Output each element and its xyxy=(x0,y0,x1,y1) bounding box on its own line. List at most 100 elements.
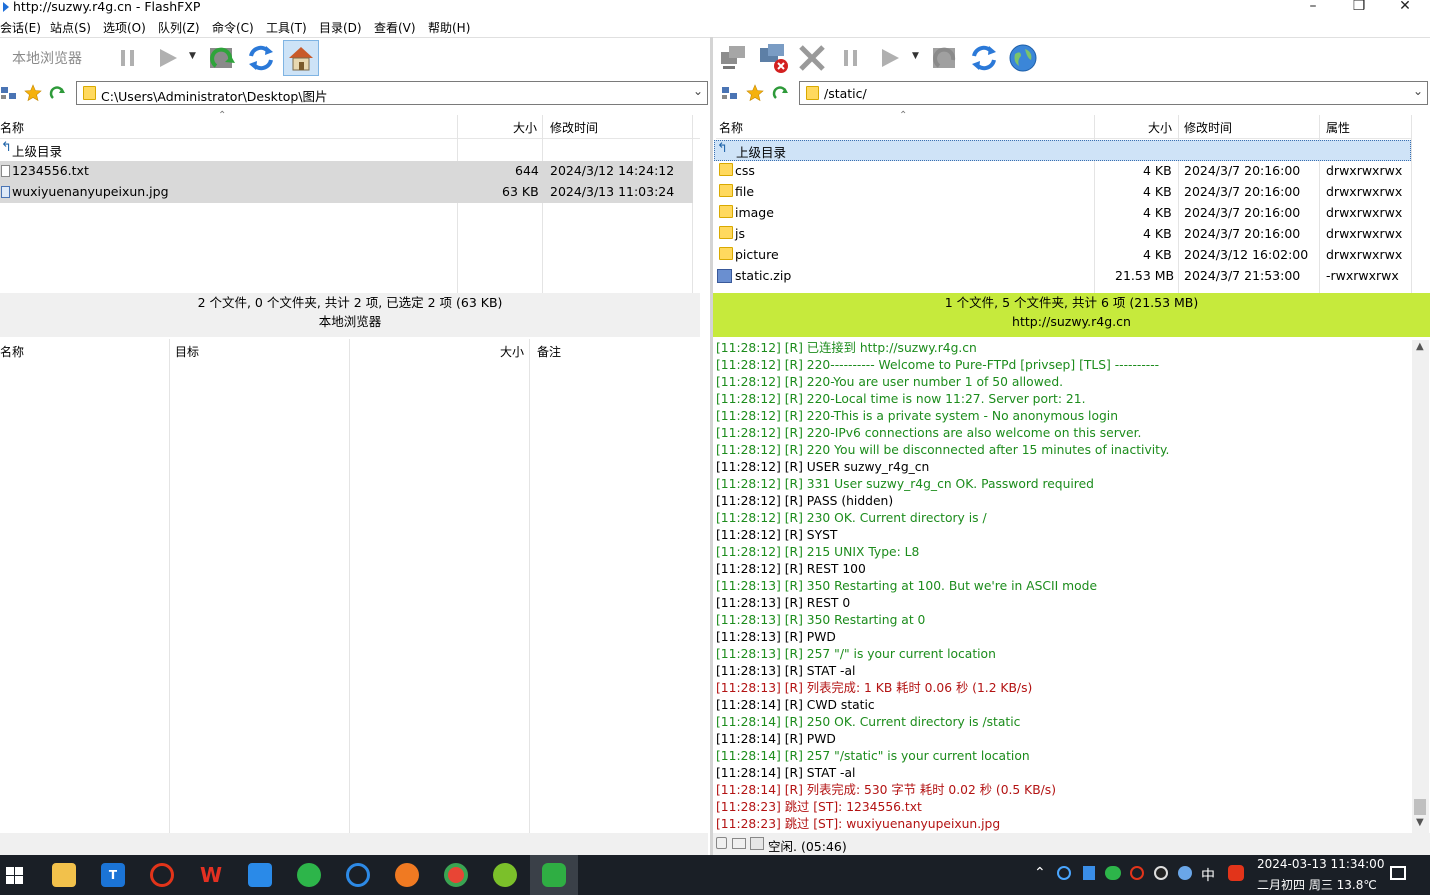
ime-indicator[interactable]: 中 xyxy=(1201,865,1215,885)
log-time: [11:28:12] xyxy=(716,528,781,542)
remote-dropdown-icon[interactable]: ▼ xyxy=(912,51,919,61)
remote-file-row[interactable]: file 4 KB 2024/3/7 20:16:00 drwxrwxrwx xyxy=(716,182,1411,203)
log-line: [11:28:12] [R] USER suzwy_r4g_cn xyxy=(716,459,1412,476)
remote-col-size[interactable]: 大小 xyxy=(1148,119,1172,136)
globe-icon[interactable] xyxy=(1007,42,1039,74)
menu-tools[interactable]: 工具(T) xyxy=(266,19,307,36)
remote-refresh-icon[interactable] xyxy=(968,42,1000,74)
clock-lunar-date[interactable]: 二月初四 周三 13.8℃ xyxy=(1257,876,1377,893)
log-time: [11:28:14] xyxy=(716,732,781,746)
wps-icon[interactable]: W xyxy=(199,863,223,887)
menu-help[interactable]: 帮助(H) xyxy=(428,19,470,36)
refresh-folder-icon[interactable] xyxy=(206,42,238,74)
remote-col-attrs[interactable]: 属性 xyxy=(1326,119,1350,136)
file-explorer-icon[interactable] xyxy=(52,863,76,887)
remote-file-row[interactable]: static.zip 21.53 MB 2024/3/7 21:53:00 -r… xyxy=(716,266,1411,287)
local-file-row[interactable]: wuxiyuenanyupeixun.jpg 63 KB 2024/3/13 1… xyxy=(0,182,693,203)
chevron-down-icon[interactable]: ⌄ xyxy=(693,84,703,98)
remote-file-row[interactable]: picture 4 KB 2024/3/12 16:02:00 drwxrwxr… xyxy=(716,245,1411,266)
tray-qq-icon[interactable] xyxy=(1154,866,1168,880)
home-icon[interactable] xyxy=(283,40,319,76)
abort-icon[interactable] xyxy=(796,42,828,74)
log-message: [R] 257 "/static" is your current locati… xyxy=(780,749,1030,763)
tray-feishu-icon[interactable] xyxy=(1083,866,1095,880)
tray-chevron-up-icon[interactable]: ⌃ xyxy=(1034,865,1046,881)
menu-commands[interactable]: 命令(C) xyxy=(212,19,254,36)
queue-col-note[interactable]: 备注 xyxy=(537,343,561,360)
log-message: [R] 215 UNIX Type: L8 xyxy=(780,545,920,559)
log-message: [R] REST 100 xyxy=(780,562,866,576)
local-path-combo[interactable]: C:\Users\Administrator\Desktop\图片 ⌄ xyxy=(76,81,708,105)
queue-col-name[interactable]: 名称 xyxy=(0,343,24,360)
chevron-down-icon[interactable]: ⌄ xyxy=(1413,84,1423,98)
disconnect-icon[interactable] xyxy=(757,42,789,74)
tray-wechat-icon[interactable] xyxy=(1105,866,1121,880)
log-message: 跳过 [ST]: wuxiyuenanyupeixun.jpg xyxy=(780,817,1001,831)
flashfxp-taskbar-button[interactable] xyxy=(530,855,578,895)
local-file-row[interactable]: 1234556.txt 644 2024/3/12 14:24:12 xyxy=(0,161,693,182)
menu-view[interactable]: 查看(V) xyxy=(374,19,416,36)
remote-col-modified[interactable]: 修改时间 xyxy=(1184,119,1232,136)
clock-datetime[interactable]: 2024-03-13 11:34:00 xyxy=(1257,857,1384,871)
remote-col-name[interactable]: 名称 xyxy=(719,119,743,136)
remote-refresh-folder-icon[interactable] xyxy=(929,42,961,74)
local-parent-row[interactable]: ↰ 上级目录 xyxy=(0,139,693,160)
sort-indicator-icon: ⌃ xyxy=(899,110,908,121)
maximize-button[interactable]: ❐ xyxy=(1336,0,1382,15)
menu-session[interactable]: 会话(E) xyxy=(0,19,41,36)
log-time: [11:28:13] xyxy=(716,681,781,695)
remote-file-row[interactable]: js 4 KB 2024/3/7 20:16:00 drwxrwxrwx xyxy=(716,224,1411,245)
browser-red-icon[interactable] xyxy=(150,863,174,887)
tray-browser-icon[interactable] xyxy=(1130,866,1144,880)
folder-icon xyxy=(719,205,733,218)
pause-icon[interactable] xyxy=(112,42,144,74)
transfer-play-icon[interactable] xyxy=(152,42,184,74)
local-col-size[interactable]: 大小 xyxy=(513,119,537,136)
menu-sites[interactable]: 站点(S) xyxy=(50,19,91,36)
notification-icon[interactable] xyxy=(1390,866,1406,880)
queue-col-size[interactable]: 大小 xyxy=(500,343,524,360)
text-editor-icon[interactable]: T xyxy=(101,863,125,887)
log-line: [11:28:12] [R] 220-You are user number 1… xyxy=(716,374,1412,391)
chrome-icon[interactable] xyxy=(444,863,468,887)
remote-file-size: 4 KB xyxy=(1143,205,1172,220)
close-button[interactable]: ✕ xyxy=(1382,0,1428,15)
remote-file-modified: 2024/3/7 20:16:00 xyxy=(1184,184,1301,199)
local-sites-icon[interactable] xyxy=(0,84,18,102)
local-favorites-icon[interactable] xyxy=(24,84,42,102)
menu-queue[interactable]: 队列(Z) xyxy=(158,19,200,36)
tray-network-app-icon[interactable] xyxy=(1057,866,1071,880)
remote-favorites-icon[interactable] xyxy=(746,84,764,102)
queue-col-target[interactable]: 目标 xyxy=(175,343,199,360)
log-scrollbar[interactable]: ▲ ▼ xyxy=(1412,340,1429,833)
browser-green-icon[interactable] xyxy=(493,863,517,887)
remote-pause-icon[interactable] xyxy=(835,42,867,74)
windows-start-icon[interactable] xyxy=(6,867,23,884)
feishu-icon[interactable] xyxy=(248,863,272,887)
search-app-icon[interactable] xyxy=(346,863,370,887)
remote-up-icon[interactable] xyxy=(772,84,790,102)
remote-play-icon[interactable] xyxy=(874,42,906,74)
menu-directory[interactable]: 目录(D) xyxy=(319,19,362,36)
session-log: [11:28:12] [R] 已连接到 http://suzwy.r4g.cn[… xyxy=(716,340,1412,832)
tray-sogou-icon[interactable] xyxy=(1228,865,1244,881)
minimize-button[interactable]: – xyxy=(1290,0,1336,15)
local-col-name[interactable]: 名称 xyxy=(0,119,24,136)
remote-parent-row[interactable]: ↰ 上级目录 xyxy=(714,140,1411,161)
tray-network-icon[interactable] xyxy=(1178,866,1192,880)
local-col-modified[interactable]: 修改时间 xyxy=(550,119,598,136)
local-up-icon[interactable] xyxy=(49,84,67,102)
remote-status-host: http://suzwy.r4g.cn xyxy=(1012,314,1131,329)
remote-sites-icon[interactable] xyxy=(721,84,739,102)
firefox-icon[interactable] xyxy=(395,863,419,887)
log-line: [11:28:12] [R] REST 100 xyxy=(716,561,1412,578)
connect-icon[interactable] xyxy=(718,42,750,74)
menu-options[interactable]: 选项(O) xyxy=(103,19,146,36)
remote-path-combo[interactable]: /static/ ⌄ xyxy=(799,81,1428,105)
transfer-dropdown-icon[interactable]: ▼ xyxy=(189,51,196,61)
wechat-icon[interactable] xyxy=(297,863,321,887)
remote-file-row[interactable]: css 4 KB 2024/3/7 20:16:00 drwxrwxrwx xyxy=(716,161,1411,182)
log-message: [R] 220-Local time is now 11:27. Server … xyxy=(780,392,1086,406)
remote-file-row[interactable]: image 4 KB 2024/3/7 20:16:00 drwxrwxrwx xyxy=(716,203,1411,224)
refresh-icon[interactable] xyxy=(245,42,277,74)
